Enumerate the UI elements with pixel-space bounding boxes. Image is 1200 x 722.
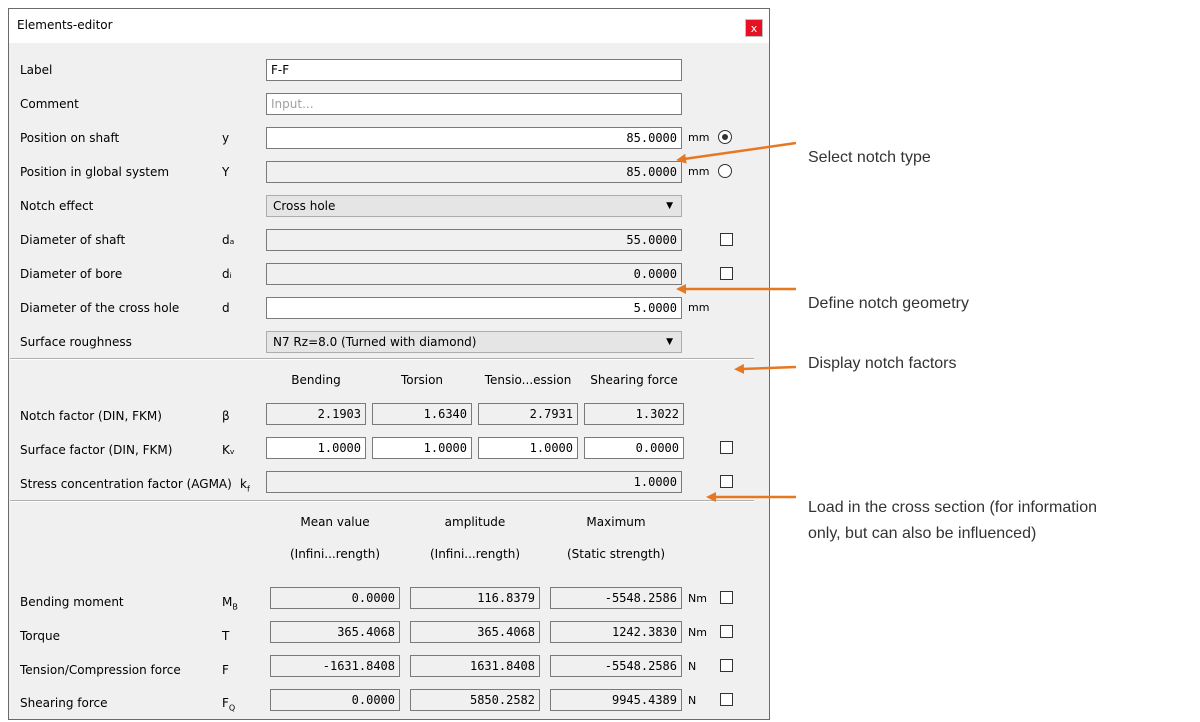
- annotation-select-notch: Select notch type: [808, 149, 931, 166]
- annotation-arrows: [676, 141, 797, 502]
- arrow-select-notch: [676, 141, 797, 164]
- arrow-display-factors: [734, 363, 797, 374]
- annotation-load-line2: only, but can also be influenced): [808, 525, 1037, 542]
- annotation-display-factors: Display notch factors: [808, 355, 957, 372]
- annotation-define-geometry: Define notch geometry: [808, 295, 969, 312]
- annotation-load-line1: Load in the cross section (for informati…: [808, 499, 1098, 516]
